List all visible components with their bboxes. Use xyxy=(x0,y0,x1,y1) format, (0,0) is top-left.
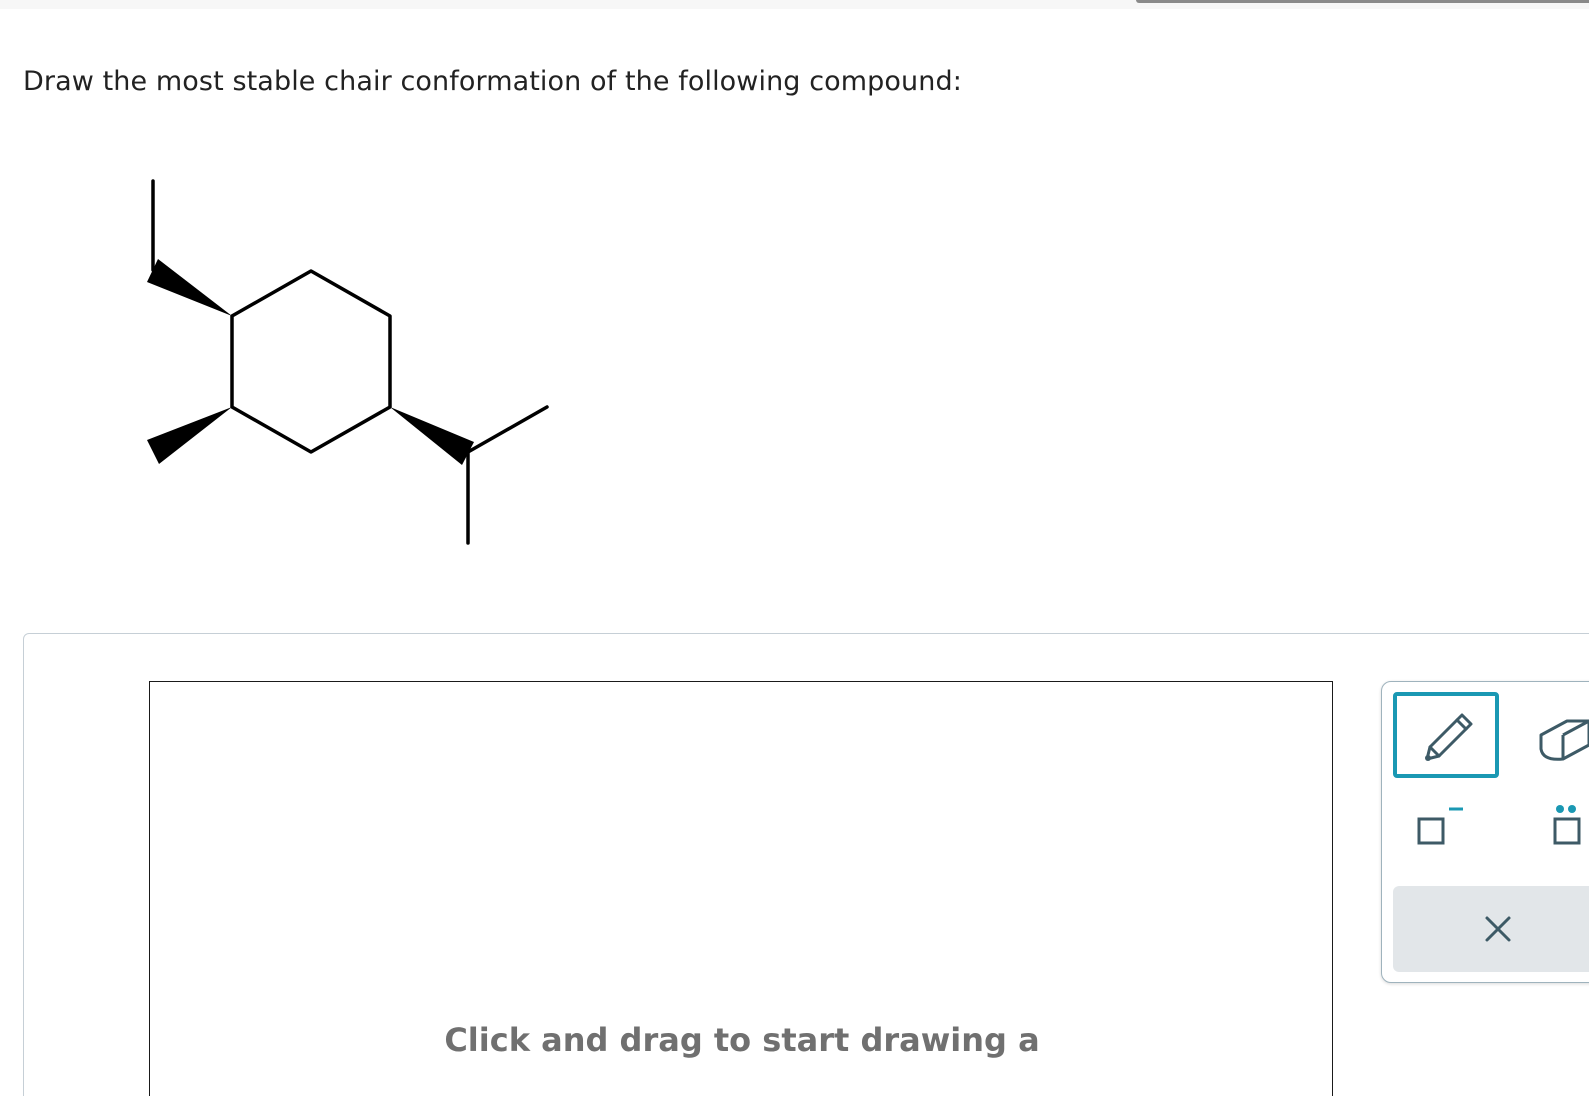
question-text: Draw the most stable chair conformation … xyxy=(23,66,962,97)
negative-charge-tool-button[interactable] xyxy=(1402,794,1472,858)
eraser-tool-button[interactable] xyxy=(1522,692,1589,778)
clear-button[interactable] xyxy=(1393,886,1589,972)
close-icon xyxy=(1485,916,1511,942)
pencil-icon xyxy=(1425,713,1473,761)
wedge-bond-ethyl xyxy=(147,259,232,316)
drawing-canvas[interactable]: Click and drag to start drawing a xyxy=(149,681,1333,1096)
lone-pair-icon xyxy=(1553,805,1581,845)
wedge-bond-isopropyl xyxy=(390,407,474,465)
pencil-tool-button[interactable] xyxy=(1393,692,1499,778)
eraser-icon xyxy=(1539,719,1589,761)
wedge-bond-methyl xyxy=(147,407,232,464)
drawing-toolbar xyxy=(1381,681,1589,983)
lone-pair-tool-button[interactable] xyxy=(1532,794,1589,858)
page: Draw the most stable chair conformation … xyxy=(0,0,1589,1096)
cyclohexane-ring xyxy=(230,269,392,454)
isopropyl-bond-up xyxy=(466,405,549,454)
canvas-hint: Click and drag to start drawing a xyxy=(444,1021,1040,1059)
compound-structure xyxy=(147,179,549,545)
top-tab-edge xyxy=(1136,0,1589,3)
charge-icon xyxy=(1417,807,1463,845)
